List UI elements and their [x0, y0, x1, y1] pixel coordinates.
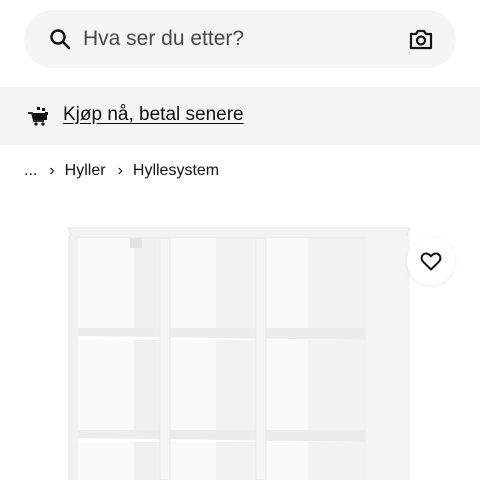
search-bar[interactable]: Hva ser du etter?: [24, 10, 456, 68]
search-input[interactable]: Hva ser du etter?: [83, 27, 244, 51]
favorite-button[interactable]: [407, 237, 455, 285]
breadcrumb-hyller[interactable]: Hyller: [65, 160, 106, 182]
breadcrumb: ... › Hyller › Hyllesystem: [24, 160, 219, 182]
promo-banner: Kjøp nå, betal senere: [0, 87, 480, 145]
breadcrumb-ellipsis[interactable]: ...: [24, 160, 37, 182]
heart-icon: [420, 252, 442, 271]
chevron-right-icon: ›: [117, 162, 123, 179]
breadcrumb-hyllesystem[interactable]: Hyllesystem: [133, 160, 219, 182]
search-icon: [50, 29, 71, 50]
buy-now-pay-later-icon: [28, 107, 48, 126]
camera-icon[interactable]: [408, 26, 434, 52]
chevron-right-icon: ›: [49, 162, 55, 179]
buy-now-pay-later-link[interactable]: Kjøp nå, betal senere: [63, 104, 244, 126]
product-image[interactable]: [0, 200, 480, 480]
